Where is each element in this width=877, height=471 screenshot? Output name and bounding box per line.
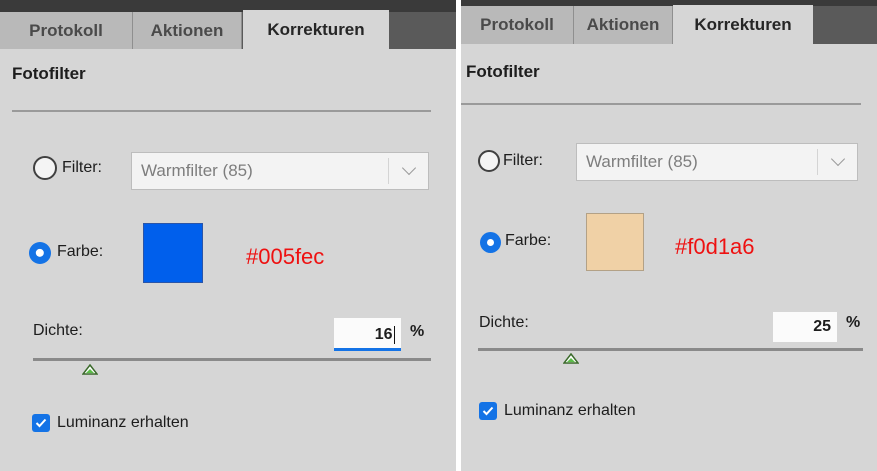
color-radio[interactable] — [29, 242, 51, 264]
color-swatch[interactable] — [143, 223, 203, 283]
checkmark-icon — [482, 406, 494, 416]
color-swatch[interactable] — [586, 213, 644, 271]
photo-filter-panel-left: Protokoll Aktionen Korrekturen Fotofilte… — [0, 0, 456, 471]
filter-radio[interactable] — [33, 156, 57, 180]
panel-title: Fotofilter — [466, 62, 540, 81]
panel-tab-bar: Protokoll Aktionen Korrekturen — [0, 0, 456, 49]
filter-dropdown-value: Warmfilter (85) — [141, 161, 253, 180]
density-value: 16 — [374, 326, 393, 343]
panel-tab-bar: Protokoll Aktionen Korrekturen — [461, 0, 877, 44]
density-label: Dichte: — [479, 314, 529, 331]
density-slider-track[interactable] — [33, 358, 431, 361]
chevron-down-icon — [401, 161, 417, 176]
color-label: Farbe: — [57, 243, 104, 260]
input-focus-underline — [334, 348, 401, 351]
density-unit: % — [846, 314, 861, 331]
tab-protokoll[interactable]: Protokoll — [461, 6, 574, 44]
luminance-label: Luminanz erhalten — [504, 402, 636, 419]
color-label: Farbe: — [505, 232, 552, 249]
density-input[interactable]: 25 — [773, 312, 837, 342]
luminance-checkbox[interactable] — [479, 402, 497, 420]
luminance-checkbox[interactable] — [32, 414, 50, 432]
text-caret — [393, 325, 395, 344]
tab-aktionen[interactable]: Aktionen — [574, 6, 673, 44]
title-separator — [461, 103, 861, 105]
color-radio[interactable] — [480, 232, 501, 253]
luminance-label: Luminanz erhalten — [57, 414, 189, 431]
density-label: Dichte: — [33, 322, 83, 339]
hex-annotation: #f0d1a6 — [675, 234, 755, 259]
tab-korrekturen[interactable]: Korrekturen — [243, 10, 389, 49]
filter-label: Filter: — [503, 152, 543, 169]
tab-korrekturen[interactable]: Korrekturen — [673, 5, 813, 44]
dropdown-divider — [817, 149, 818, 175]
density-unit: % — [410, 323, 425, 340]
filter-label: Filter: — [62, 159, 102, 176]
checkmark-icon — [35, 418, 47, 428]
filter-dropdown[interactable]: Warmfilter (85) — [131, 152, 429, 190]
filter-radio[interactable] — [478, 150, 500, 172]
density-input[interactable]: 16 — [334, 318, 401, 351]
tab-aktionen[interactable]: Aktionen — [133, 12, 242, 49]
density-value: 25 — [813, 318, 831, 335]
density-slider-thumb[interactable] — [563, 353, 579, 364]
density-slider-thumb[interactable] — [82, 364, 98, 375]
filter-dropdown-value: Warmfilter (85) — [586, 152, 698, 171]
photo-filter-panel-right: Protokoll Aktionen Korrekturen Fotofilte… — [461, 0, 877, 471]
filter-dropdown[interactable]: Warmfilter (85) — [576, 143, 858, 181]
chevron-down-icon — [830, 152, 846, 167]
title-separator — [12, 110, 431, 112]
panel-title: Fotofilter — [12, 64, 86, 83]
hex-annotation: #005fec — [246, 244, 325, 269]
tab-protokoll[interactable]: Protokoll — [0, 12, 133, 49]
density-slider-track[interactable] — [478, 348, 863, 351]
dropdown-divider — [388, 158, 389, 184]
